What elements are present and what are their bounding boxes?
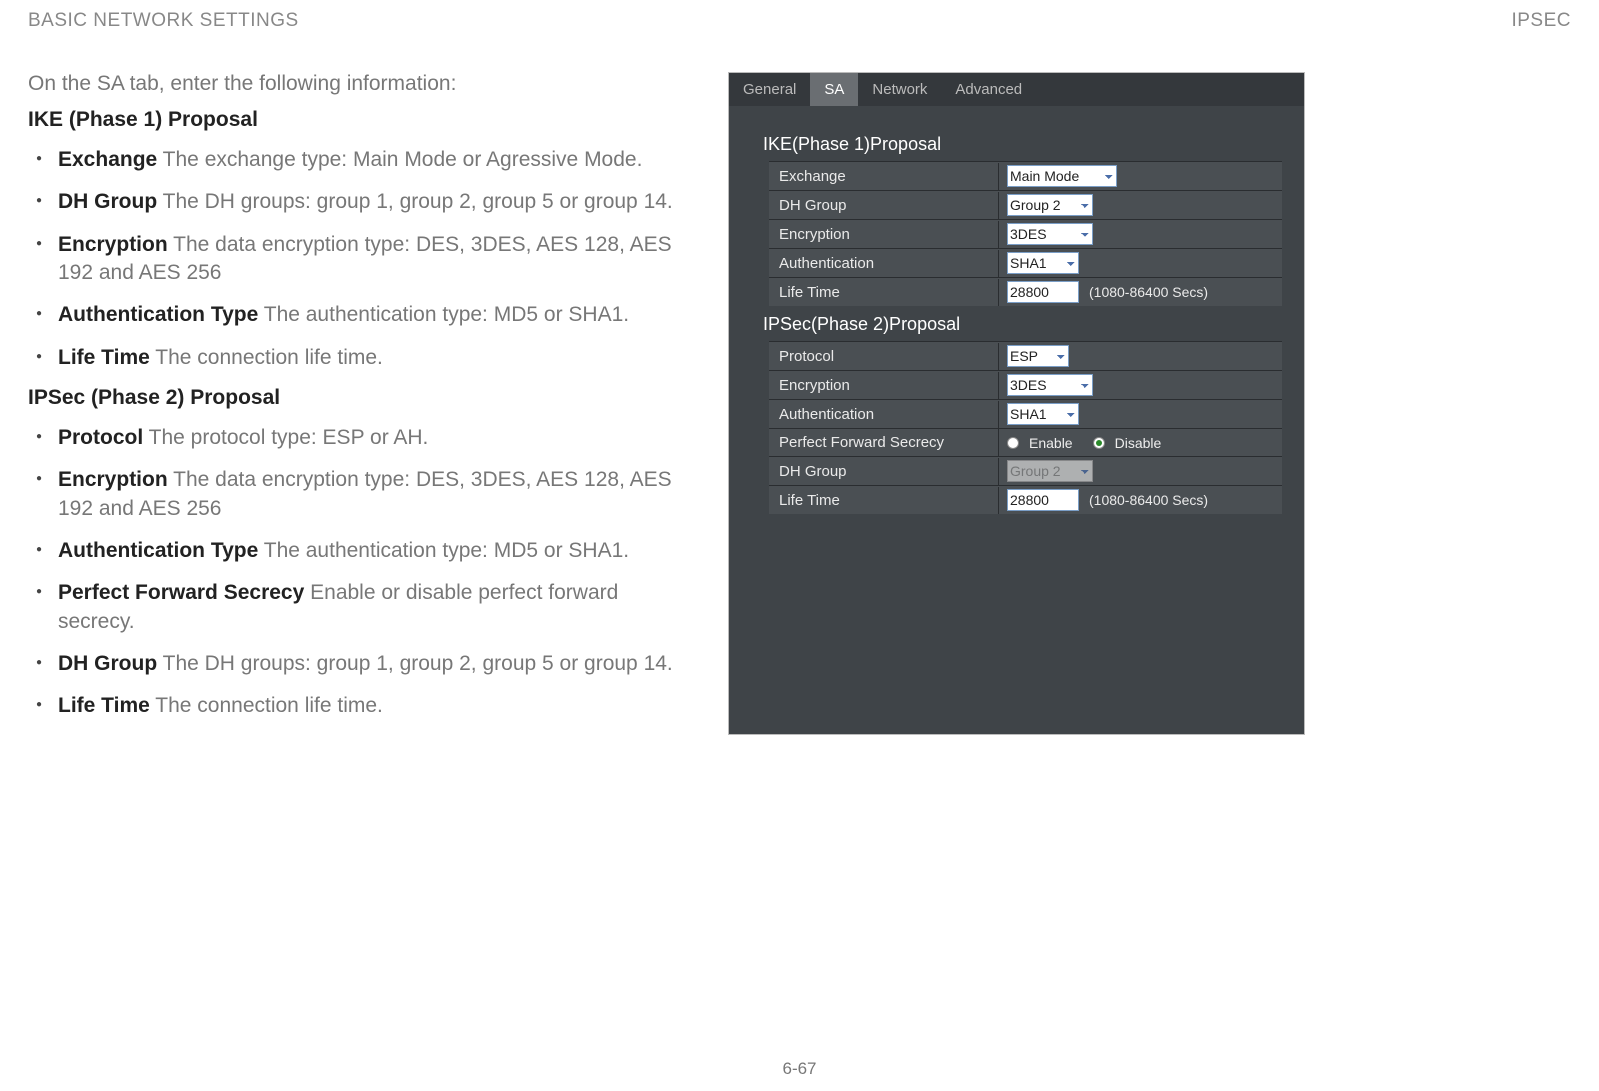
row-auth1: Authentication SHA1 bbox=[769, 248, 1282, 277]
list-item: Exchange The exchange type: Main Mode or… bbox=[58, 146, 688, 174]
list-item: DH Group The DH groups: group 1, group 2… bbox=[58, 650, 688, 678]
sa-settings-panel: General SA Network Advanced IKE(Phase 1)… bbox=[728, 72, 1305, 735]
radio-pfs-disable[interactable] bbox=[1093, 437, 1105, 449]
doc-left-column: On the SA tab, enter the following infor… bbox=[28, 72, 728, 735]
row-auth2: Authentication SHA1 bbox=[769, 399, 1282, 428]
section-ipsec: IPSec (Phase 2) Proposal Protocol The pr… bbox=[28, 386, 688, 721]
intro-text: On the SA tab, enter the following infor… bbox=[28, 72, 688, 96]
row-dhgroup1: DH Group Group 2 bbox=[769, 190, 1282, 219]
phase1-title: IKE(Phase 1)Proposal bbox=[763, 134, 1282, 155]
list-item: Encryption The data encryption type: DES… bbox=[58, 466, 688, 523]
list-item: Protocol The protocol type: ESP or AH. bbox=[58, 424, 688, 452]
label-encryption: Encryption bbox=[769, 372, 999, 399]
label-pfs: Perfect Forward Secrecy bbox=[769, 429, 999, 456]
lifetime-hint: (1080-86400 Secs) bbox=[1089, 284, 1208, 300]
header-left: BASIC NETWORK SETTINGS bbox=[28, 10, 299, 32]
lifetime-hint: (1080-86400 Secs) bbox=[1089, 492, 1208, 508]
list-item: Authentication Type The authentication t… bbox=[58, 537, 688, 565]
tab-bar: General SA Network Advanced bbox=[729, 73, 1304, 106]
select-authentication[interactable]: SHA1 bbox=[1007, 403, 1079, 425]
row-protocol: Protocol ESP bbox=[769, 341, 1282, 370]
row-lifetime1: Life Time (1080-86400 Secs) bbox=[769, 277, 1282, 306]
row-dhgroup2: DH Group Group 2 bbox=[769, 456, 1282, 485]
tab-sa[interactable]: SA bbox=[810, 73, 858, 106]
list-item: Life Time The connection life time. bbox=[58, 692, 688, 720]
select-encryption[interactable]: 3DES bbox=[1007, 223, 1093, 245]
list-item: Life Time The connection life time. bbox=[58, 344, 688, 372]
row-encryption1: Encryption 3DES bbox=[769, 219, 1282, 248]
row-exchange: Exchange Main Mode bbox=[769, 161, 1282, 190]
label-authentication: Authentication bbox=[769, 250, 999, 277]
row-lifetime2: Life Time (1080-86400 Secs) bbox=[769, 485, 1282, 514]
radio-label-disable: Disable bbox=[1115, 435, 1162, 451]
tab-general[interactable]: General bbox=[729, 73, 810, 106]
tab-advanced[interactable]: Advanced bbox=[941, 73, 1036, 106]
select-exchange[interactable]: Main Mode bbox=[1007, 165, 1117, 187]
input-lifetime[interactable] bbox=[1007, 489, 1079, 511]
list-item: Perfect Forward Secrecy Enable or disabl… bbox=[58, 579, 688, 636]
page-number: 6-67 bbox=[0, 1059, 1599, 1079]
label-lifetime: Life Time bbox=[769, 279, 999, 306]
list-item: DH Group The DH groups: group 1, group 2… bbox=[58, 188, 688, 216]
list-item: Encryption The data encryption type: DES… bbox=[58, 231, 688, 288]
label-dhgroup: DH Group bbox=[769, 192, 999, 219]
radio-pfs-enable[interactable] bbox=[1007, 437, 1019, 449]
tab-network[interactable]: Network bbox=[858, 73, 941, 106]
label-exchange: Exchange bbox=[769, 163, 999, 190]
label-encryption: Encryption bbox=[769, 221, 999, 248]
section-title: IPSec (Phase 2) Proposal bbox=[28, 386, 688, 410]
header-right: IPSEC bbox=[1511, 10, 1571, 32]
phase2-title: IPSec(Phase 2)Proposal bbox=[763, 314, 1282, 335]
section-ike: IKE (Phase 1) Proposal Exchange The exch… bbox=[28, 108, 688, 372]
label-authentication: Authentication bbox=[769, 401, 999, 428]
select-dhgroup[interactable]: Group 2 bbox=[1007, 194, 1093, 216]
select-encryption[interactable]: 3DES bbox=[1007, 374, 1093, 396]
select-protocol[interactable]: ESP bbox=[1007, 345, 1069, 367]
label-lifetime: Life Time bbox=[769, 487, 999, 514]
row-pfs: Perfect Forward Secrecy Enable Disable bbox=[769, 428, 1282, 456]
select-authentication[interactable]: SHA1 bbox=[1007, 252, 1079, 274]
label-protocol: Protocol bbox=[769, 343, 999, 370]
select-dhgroup-disabled: Group 2 bbox=[1007, 460, 1093, 482]
row-encryption2: Encryption 3DES bbox=[769, 370, 1282, 399]
input-lifetime[interactable] bbox=[1007, 281, 1079, 303]
list-item: Authentication Type The authentication t… bbox=[58, 301, 688, 329]
radio-label-enable: Enable bbox=[1029, 435, 1073, 451]
section-title: IKE (Phase 1) Proposal bbox=[28, 108, 688, 132]
label-dhgroup: DH Group bbox=[769, 458, 999, 485]
